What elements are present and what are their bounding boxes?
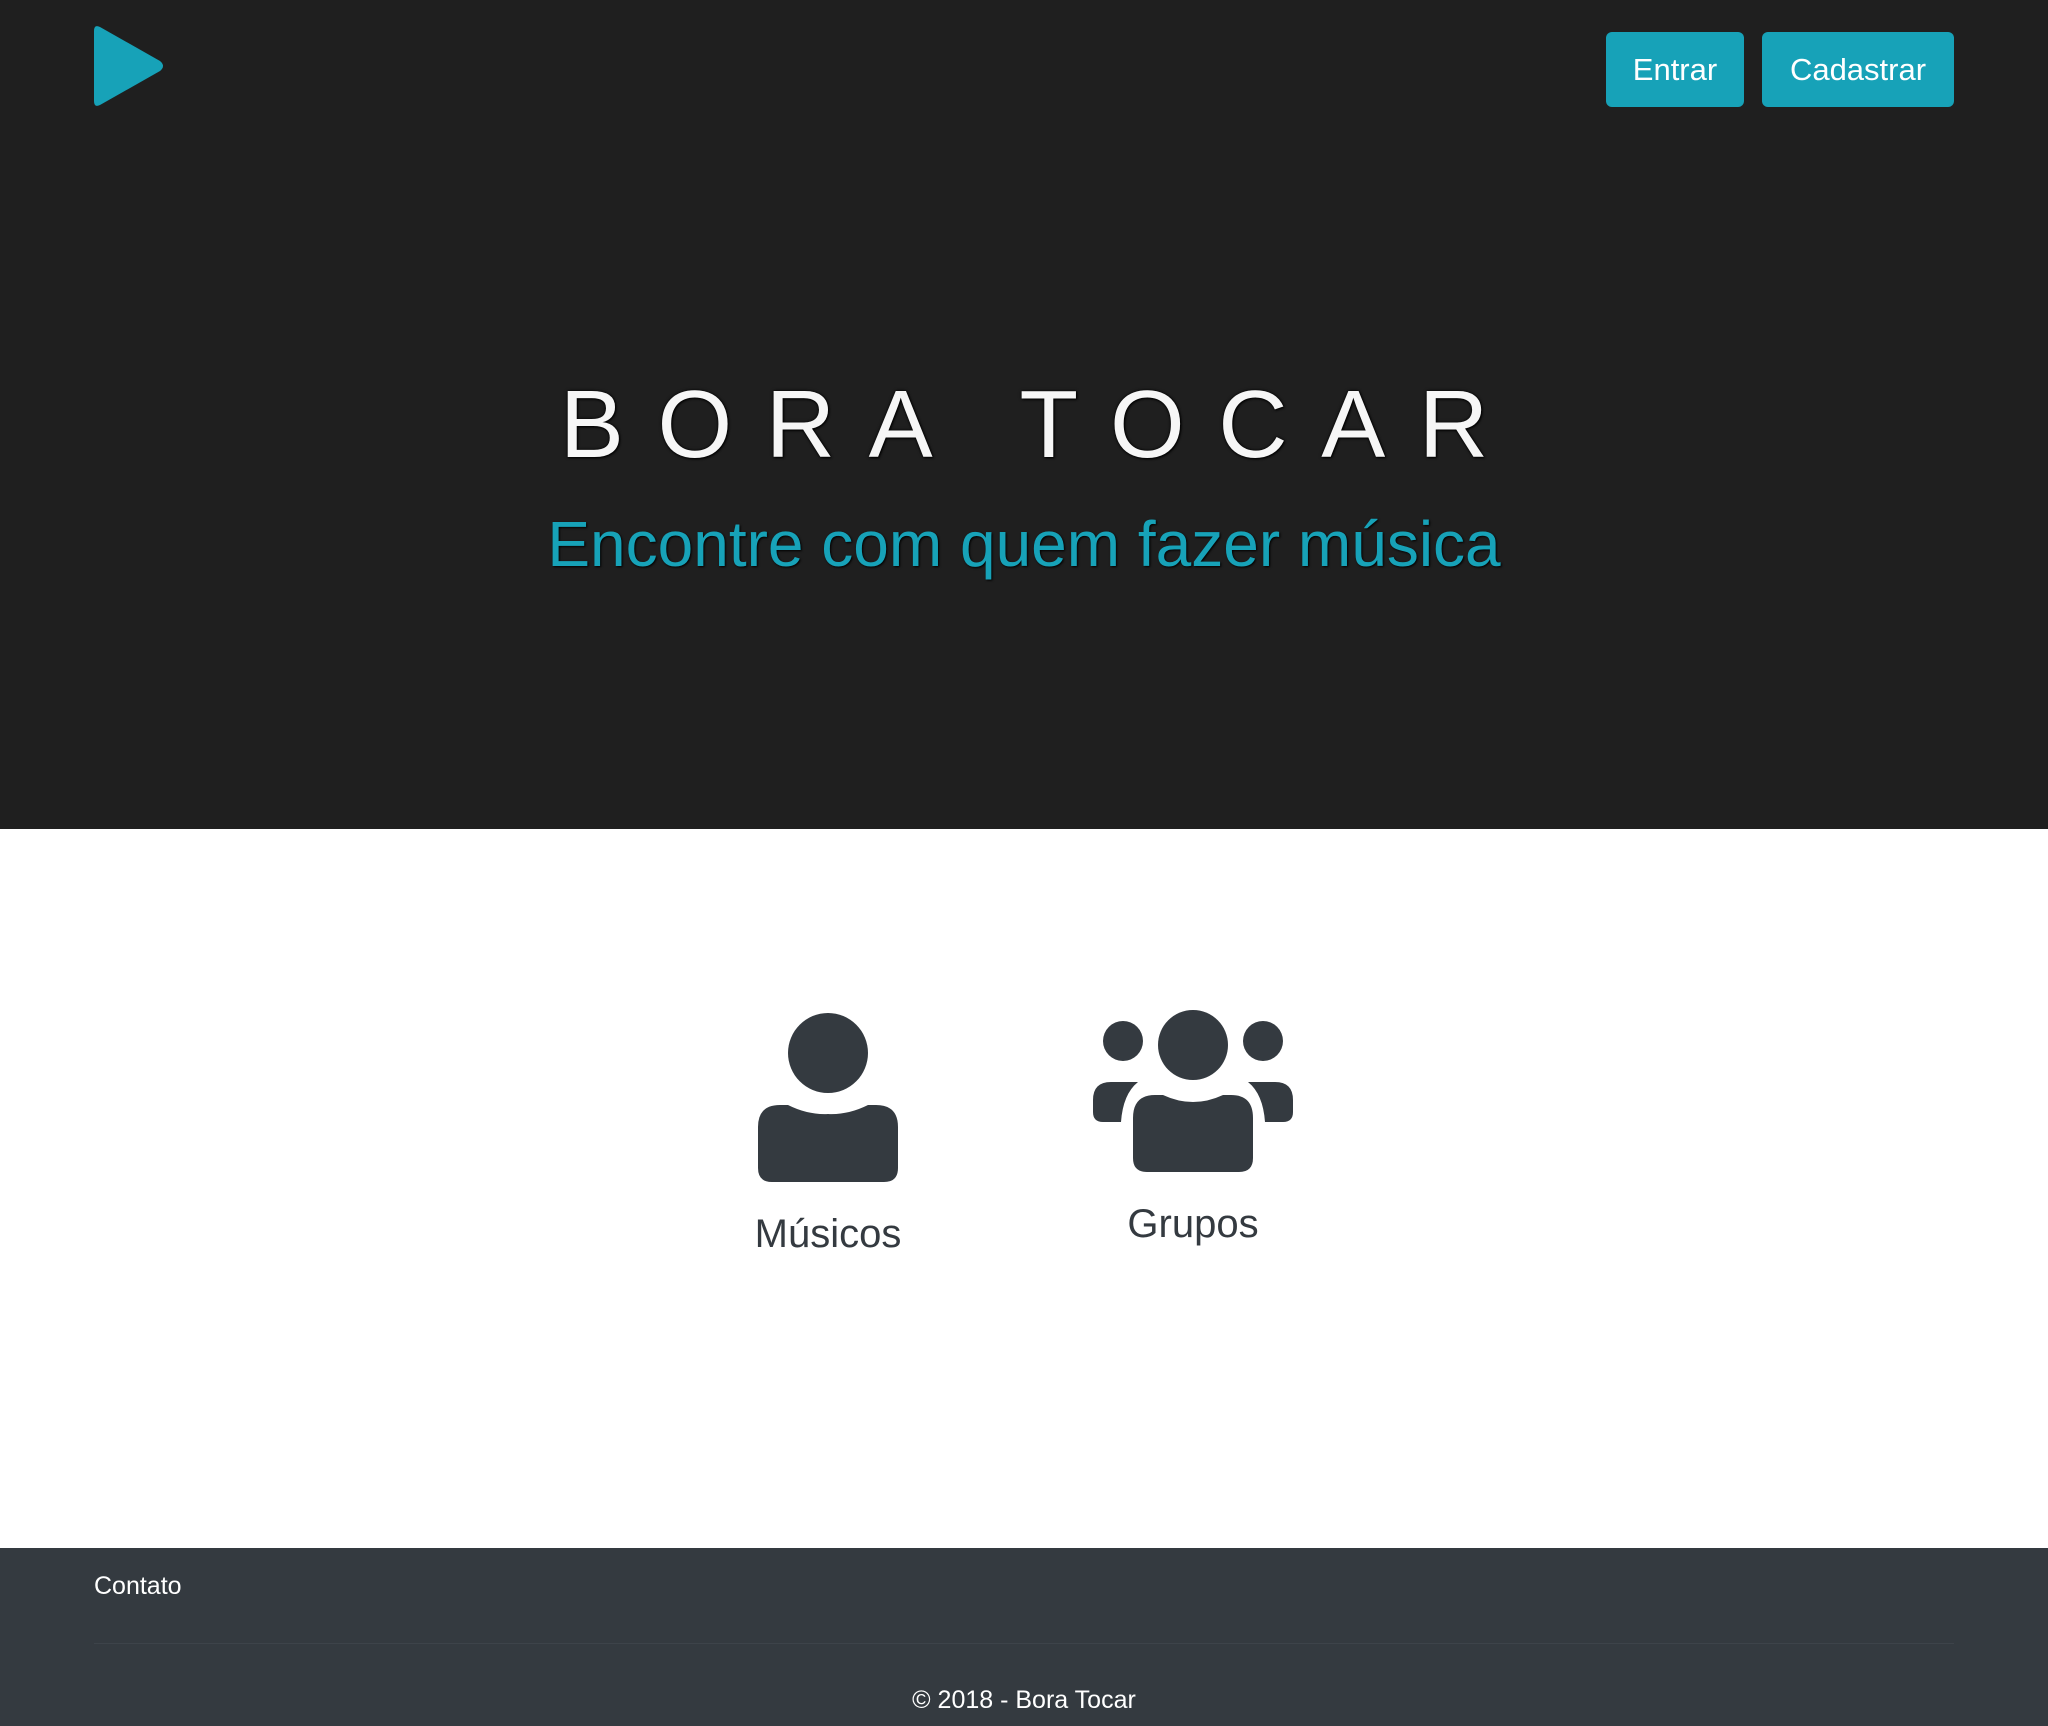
musicians-link[interactable]: Músicos <box>698 1010 958 1258</box>
footer: Contato © 2018 - Bora Tocar <box>0 1548 2048 1726</box>
footer-divider <box>94 1643 1954 1644</box>
groups-label: Grupos <box>1127 1202 1259 1246</box>
copyright-text: © 2018 - Bora Tocar <box>912 1686 1136 1714</box>
groups-link[interactable]: Grupos <box>1063 1010 1323 1248</box>
play-icon[interactable] <box>94 25 166 107</box>
hero-subtitle: Encontre com quem fazer música <box>547 508 1501 580</box>
contact-link[interactable]: Contato <box>94 1570 182 1602</box>
login-button[interactable]: Entrar <box>1606 32 1744 107</box>
hero-title: BORA TOCAR <box>559 371 1522 478</box>
signup-button[interactable]: Cadastrar <box>1762 32 1954 107</box>
user-icon <box>758 1013 898 1182</box>
users-icon <box>1093 1010 1293 1172</box>
musicians-label: Músicos <box>754 1212 902 1256</box>
hero-section: Entrar Cadastrar BORA TOCAR Encontre com… <box>0 0 2048 829</box>
